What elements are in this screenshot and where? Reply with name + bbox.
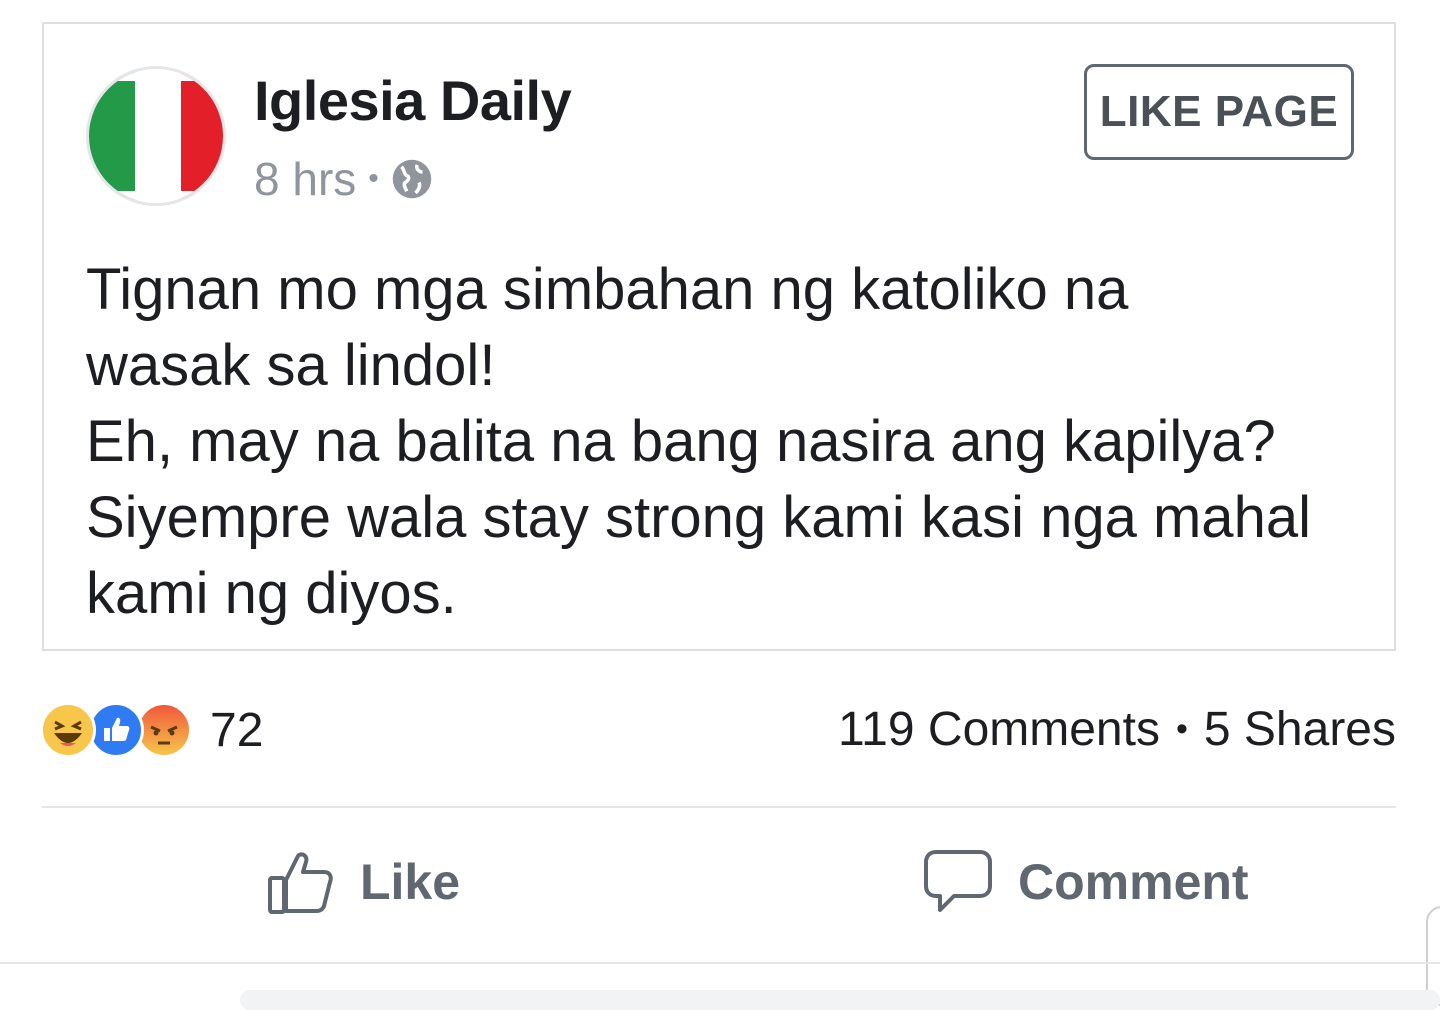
- angry-icon: [136, 702, 192, 758]
- engagement-stats: 119 Comments • 5 Shares: [838, 702, 1396, 757]
- reaction-count: 72: [210, 703, 264, 757]
- thumbs-up-icon: [268, 852, 333, 914]
- post-text-line: Tignan mo mga simbahan ng katoliko na: [86, 257, 1129, 322]
- divider: [0, 962, 1440, 964]
- like-page-button[interactable]: LIKE PAGE: [1084, 64, 1354, 160]
- avatar-band-bottom: [89, 191, 223, 203]
- post-text-line: Eh, may na balita na bang nasira ang kap…: [86, 409, 1276, 474]
- haha-icon: [40, 702, 96, 758]
- flag-white-stripe: [135, 69, 181, 203]
- comment-button[interactable]: Comment: [922, 846, 1249, 918]
- comment-input[interactable]: [240, 990, 1440, 1010]
- post-meta: 8 hrs •: [254, 152, 433, 206]
- page-avatar[interactable]: [86, 66, 226, 206]
- post-text: Tignan mo mga simbahan ng katoliko na wa…: [86, 252, 1376, 632]
- like-label: Like: [360, 854, 461, 910]
- shared-post-card: Iglesia Daily 8 hrs • LIKE PAGE Tignan m…: [42, 22, 1396, 651]
- page-name-link[interactable]: Iglesia Daily: [254, 68, 572, 133]
- comments-count-link[interactable]: 119 Comments: [838, 702, 1160, 757]
- avatar-band-top: [89, 69, 223, 81]
- comment-bubble-icon: [924, 850, 992, 912]
- reactions-summary[interactable]: 72: [40, 702, 263, 758]
- shares-count-link[interactable]: 5 Shares: [1204, 702, 1396, 757]
- post-text-line: wasak sa lindol!: [86, 333, 496, 398]
- like-button[interactable]: Like: [264, 846, 460, 918]
- like-icon: [88, 702, 144, 758]
- comment-label: Comment: [1018, 854, 1249, 910]
- globe-icon: [392, 159, 432, 199]
- meta-separator: •: [368, 162, 379, 195]
- post-text-line: Siyempre wala stay strong kami kasi nga …: [86, 485, 1311, 550]
- flag-red-stripe: [181, 69, 223, 203]
- stats-separator: •: [1175, 710, 1188, 748]
- flag-green-stripe: [89, 69, 135, 203]
- divider: [42, 806, 1396, 808]
- post-timestamp[interactable]: 8 hrs: [254, 152, 356, 206]
- post-text-line: kami ng diyos.: [86, 561, 457, 626]
